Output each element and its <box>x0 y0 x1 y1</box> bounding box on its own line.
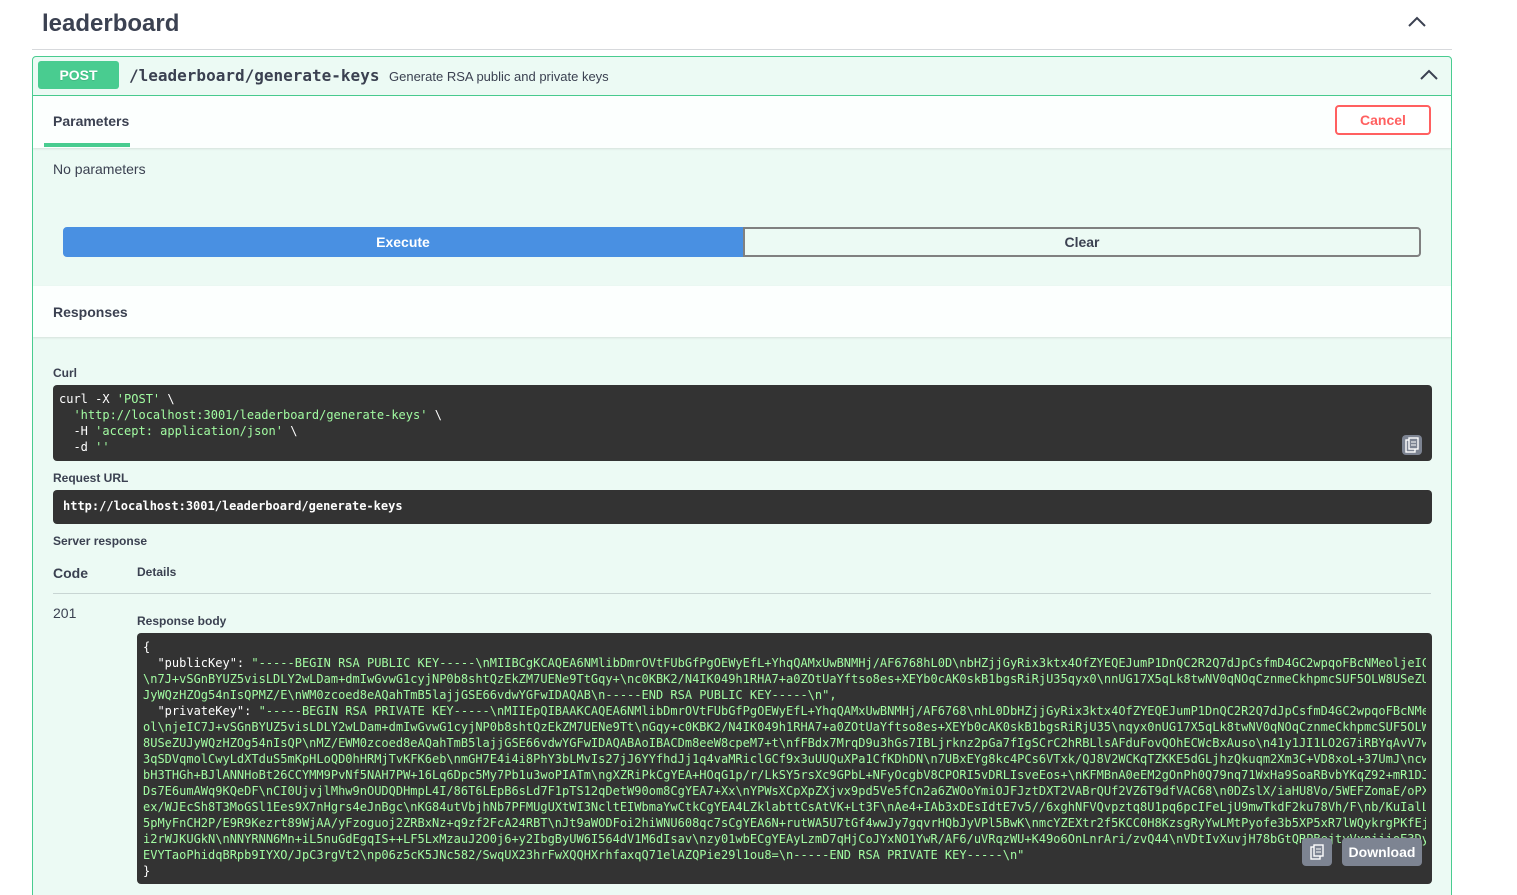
http-method-badge: POST <box>38 61 119 89</box>
no-parameters-text: No parameters <box>53 161 146 177</box>
execute-button[interactable]: Execute <box>63 227 743 257</box>
chevron-up-icon[interactable] <box>1406 14 1428 30</box>
copy-icon[interactable] <box>1402 435 1422 455</box>
curl-line: curl -X 'POST' \ <box>59 391 1426 407</box>
response-body-line: "privateKey": "-----BEGIN RSA PRIVATE KE… <box>143 703 1426 719</box>
json-string-value: "-----BEGIN RSA PUBLIC KEY-----\nMIIBCgK… <box>251 656 1426 670</box>
curl-text: \ <box>427 408 442 422</box>
json-string-value: EVYTaoPhidqBRpb9IYXO/JpC3rgVt2\np06z5cK5… <box>143 848 1025 862</box>
curl-command-block[interactable]: curl -X 'POST' \ 'http://localhost:3001/… <box>53 385 1432 461</box>
curl-string: 'accept: application/json' <box>95 424 283 438</box>
request-url: http://localhost:3001/leaderboard/genera… <box>53 490 1432 524</box>
curl-text <box>59 408 73 422</box>
json-key: { <box>143 640 151 654</box>
response-body-line: ol\njeIC7J+vSGnBYUZ5visLDLY2wLDam+dmIwGv… <box>143 719 1426 735</box>
tab-parameters[interactable]: Parameters <box>53 113 129 129</box>
curl-line: -H 'accept: application/json' \ <box>59 423 1426 439</box>
json-string-value: 5pMyFnCH2P/E9R9Kezrt89WjAA/yFzoguoj2ZRBx… <box>143 816 1426 830</box>
operation-block: POST /leaderboard/generate-keys Generate… <box>32 56 1452 895</box>
response-body-block[interactable]: { "publicKey": "-----BEGIN RSA PUBLIC KE… <box>137 633 1432 884</box>
response-body-line: ex/WJEcSh8T3MoGSl1Ees9X7nHgrs4eJnBgc\nKG… <box>143 799 1426 815</box>
response-body-line: EVYTaoPhidqBRpb9IYXO/JpC3rgVt2\np06z5cK5… <box>143 847 1426 863</box>
operation-summary[interactable]: POST /leaderboard/generate-keys Generate… <box>33 57 1451 96</box>
json-string-value: 8USeZUJyWQzHZOg54nIsQP\nMZ/EWM0zcoed8eAQ… <box>143 736 1426 750</box>
response-body-line: 3qSDVqmolCwyLdXTduS5mKpHLoQD0hHRMjTvKFK6… <box>143 751 1426 767</box>
json-string-value: \n7J+vSGnBYUZ5visLDLY2wLDam+dmIwGvwG1cyj… <box>143 672 1426 686</box>
response-body-line: "publicKey": "-----BEGIN RSA PUBLIC KEY-… <box>143 655 1426 671</box>
response-body-line: 8USeZUJyWQzHZOg54nIsQP\nMZ/EWM0zcoed8eAQ… <box>143 735 1426 751</box>
json-string-value: i2rWJKUGkN\nNNYRNN6Mn+iL5nuGdEgqIS++LF5L… <box>143 832 1426 846</box>
tab-active-indicator <box>44 143 130 147</box>
execute-wrapper: Execute Clear <box>63 227 1421 257</box>
cancel-button[interactable]: Cancel <box>1335 105 1431 135</box>
curl-text: \ <box>282 424 298 438</box>
details-column-header: Details <box>137 565 177 579</box>
response-body-line: JyWQzHZOg54nIsQPMZ/E\nWM0zcoed8eAQahTmB5… <box>143 687 1426 703</box>
json-string-value: Ds7E6umAWq9KQeDF\nCI0UjvjlMhw9nOUDQDHmpL… <box>143 784 1426 798</box>
json-string-value: "-----BEGIN RSA PRIVATE KEY-----\nMIIEpQ… <box>258 704 1426 718</box>
json-key: "privateKey": <box>143 704 259 718</box>
curl-line: -d '' <box>59 439 1426 455</box>
response-body-line: bH3THGh+BJlANNHoBt26CCYMM9PvNf5NAH7PW+16… <box>143 767 1426 783</box>
response-body-line: \n7J+vSGnBYUZ5visLDLY2wLDam+dmIwGvwG1cyj… <box>143 671 1426 687</box>
response-body-line: Ds7E6umAWq9KQeDF\nCI0UjvjlMhw9nOUDQDHmpL… <box>143 783 1426 799</box>
response-body-line: } <box>143 863 1426 879</box>
json-string-value: ex/WJEcSh8T3MoGSl1Ees9X7nHgrs4eJnBgc\nKG… <box>143 800 1426 814</box>
json-key: } <box>143 864 151 878</box>
curl-string: '' <box>95 440 110 454</box>
curl-text: -H <box>59 424 96 438</box>
curl-label: Curl <box>53 366 77 380</box>
chevron-up-icon[interactable] <box>1419 67 1439 83</box>
operation-description: Generate RSA public and private keys <box>389 69 609 84</box>
json-key: "publicKey": <box>143 656 252 670</box>
code-column-header: Code <box>53 565 88 581</box>
json-string-value: 3qSDVqmolCwyLdXTduS5mKpHLoQD0hHRMjTvKFK6… <box>143 752 1426 766</box>
request-url-label: Request URL <box>53 471 129 485</box>
responses-header: Responses <box>33 286 1451 337</box>
response-status-code: 201 <box>53 605 77 621</box>
response-body-label: Response body <box>137 614 227 628</box>
curl-text: curl -X <box>59 392 117 406</box>
json-string-value: bH3THGh+BJlANNHoBt26CCYMM9PvNf5NAH7PW+16… <box>143 768 1426 782</box>
curl-string: 'POST' <box>116 392 161 406</box>
clear-button[interactable]: Clear <box>743 227 1421 257</box>
response-body-line: i2rWJKUGkN\nNNYRNN6Mn+iL5nuGdEgqIS++LF5L… <box>143 831 1426 847</box>
parameters-header: Parameters Cancel <box>33 96 1451 148</box>
copy-icon[interactable] <box>1302 838 1332 866</box>
operation-path: /leaderboard/generate-keys <box>129 66 380 85</box>
curl-line: 'http://localhost:3001/leaderboard/gener… <box>59 407 1426 423</box>
download-button[interactable]: Download <box>1342 838 1422 866</box>
table-divider <box>53 593 1431 594</box>
curl-text: \ <box>160 392 175 406</box>
curl-string: 'http://localhost:3001/leaderboard/gener… <box>73 408 428 422</box>
response-body-line: 5pMyFnCH2P/E9R9Kezrt89WjAA/yFzoguoj2ZRBx… <box>143 815 1426 831</box>
tag-title: leaderboard <box>42 10 180 37</box>
curl-text: -d <box>59 440 96 454</box>
responses-title: Responses <box>53 304 128 320</box>
response-body-line: { <box>143 639 1426 655</box>
json-string-value: JyWQzHZOg54nIsQPMZ/E\nWM0zcoed8eAQahTmB5… <box>143 688 837 702</box>
server-response-label: Server response <box>53 534 148 548</box>
tag-section-header[interactable]: leaderboard <box>32 0 1452 50</box>
json-string-value: ol\njeIC7J+vSGnBYUZ5visLDLY2wLDam+dmIwGv… <box>143 720 1426 734</box>
